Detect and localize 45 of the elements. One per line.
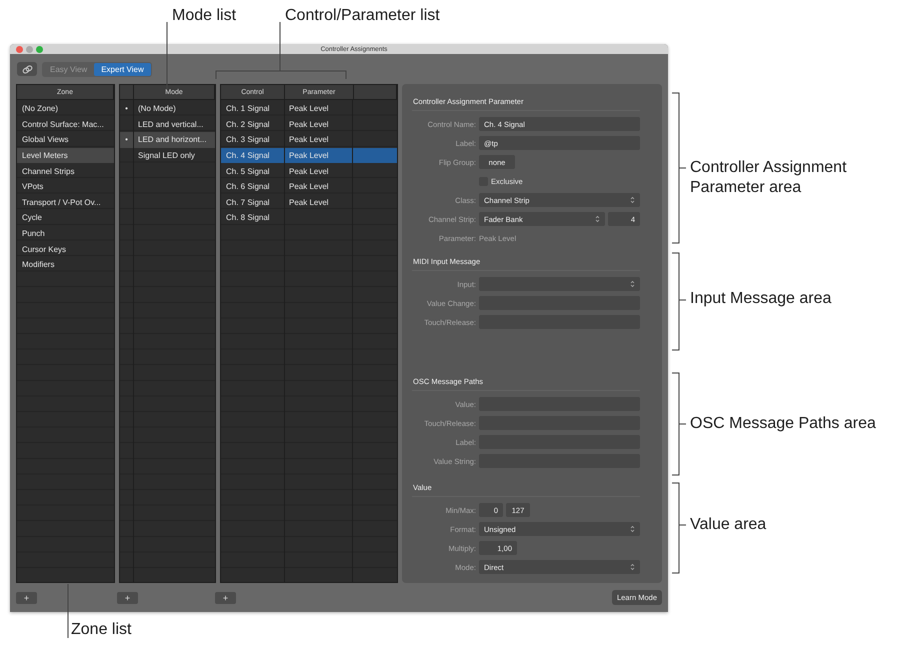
zoom-button[interactable] bbox=[36, 46, 43, 52]
zone-item[interactable]: Cursor Keys bbox=[17, 241, 114, 257]
callout-label: Value area bbox=[690, 515, 766, 535]
link-button[interactable] bbox=[17, 62, 37, 76]
mode-item[interactable]: Signal LED only bbox=[120, 148, 215, 164]
popup-menu[interactable] bbox=[479, 277, 640, 292]
callout-label: Mode list bbox=[172, 6, 236, 26]
zone-item[interactable]: Punch bbox=[17, 226, 114, 242]
add-zone-button[interactable]: + bbox=[16, 592, 37, 604]
control-row[interactable]: Ch. 6 Signal Peak Level bbox=[221, 178, 397, 195]
control-row[interactable]: Ch. 8 Signal bbox=[221, 210, 397, 226]
zone-item[interactable]: VPots bbox=[17, 178, 114, 195]
control-row[interactable]: Ch. 2 Signal Peak Level bbox=[221, 116, 397, 132]
zone-item[interactable]: Transport / V-Pot Ov... bbox=[17, 194, 114, 210]
callout-label: Controller Assignment Parameter area bbox=[690, 158, 848, 198]
zone-item[interactable]: Channel Strips bbox=[17, 163, 114, 179]
control-row[interactable]: Ch. 1 Signal Peak Level bbox=[221, 101, 397, 117]
mode-item[interactable]: LED and vertical... bbox=[120, 116, 215, 132]
chevron-updown-icon bbox=[630, 525, 635, 534]
link-icon bbox=[22, 64, 32, 74]
control-row[interactable]: Ch. 4 Signal Peak Level bbox=[221, 148, 397, 164]
chevron-updown-icon bbox=[630, 563, 635, 572]
zone-item[interactable]: Control Surface: Mac... bbox=[17, 116, 114, 132]
add-control-button[interactable]: + bbox=[215, 592, 236, 604]
view-tab[interactable]: Expert View bbox=[94, 62, 151, 76]
close-button[interactable] bbox=[16, 46, 23, 52]
callout-label: Input Message area bbox=[690, 289, 832, 309]
zone-item[interactable]: Cycle bbox=[17, 210, 114, 226]
control-row[interactable]: Ch. 3 Signal Peak Level bbox=[221, 132, 397, 148]
zone-item[interactable]: Global Views bbox=[17, 132, 114, 148]
zone-item[interactable]: (No Zone) bbox=[17, 101, 114, 117]
control-row[interactable]: Ch. 7 Signal Peak Level bbox=[221, 194, 397, 210]
zone-item[interactable]: Modifiers bbox=[17, 256, 114, 273]
chevron-updown-icon bbox=[595, 215, 600, 224]
mode-item[interactable]: • (No Mode) bbox=[120, 101, 215, 117]
zone-item[interactable]: Level Meters bbox=[17, 148, 114, 164]
add-mode-button[interactable]: + bbox=[117, 592, 138, 604]
control-row[interactable]: Ch. 5 Signal Peak Level bbox=[221, 163, 397, 179]
callout-label: OSC Message Paths area bbox=[690, 414, 876, 434]
chevron-updown-icon bbox=[630, 196, 635, 204]
chevron-updown-icon bbox=[630, 280, 635, 288]
minimize-button[interactable] bbox=[26, 46, 33, 52]
callout-label: Zone list bbox=[71, 620, 132, 640]
callout-label: Control/Parameter list bbox=[285, 6, 440, 26]
mode-item[interactable]: • LED and horizont... bbox=[120, 132, 215, 148]
